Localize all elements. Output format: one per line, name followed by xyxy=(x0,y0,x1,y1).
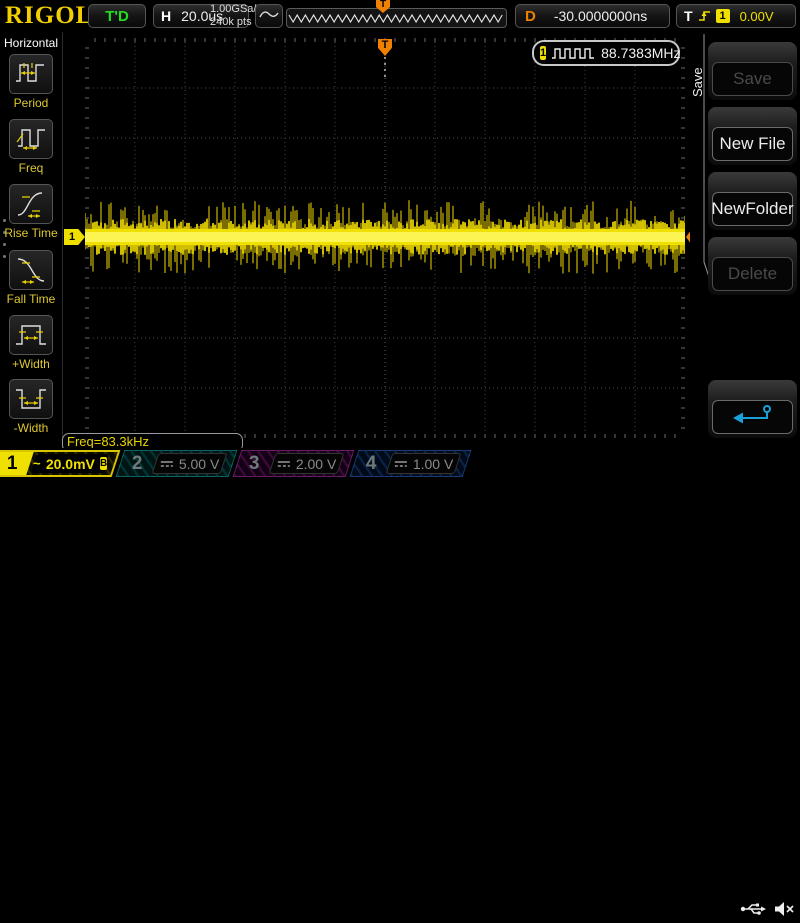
delay-label: D xyxy=(525,8,536,25)
rise-time-icon xyxy=(9,184,53,224)
bandwidth-limit-badge: B xyxy=(100,457,107,470)
frequency-counter-badge: 1 88.7383MHz xyxy=(532,40,680,66)
menu-item-period[interactable]: Period xyxy=(0,54,62,110)
trigger-source-badge: 1 xyxy=(716,9,730,23)
memory-position-preview[interactable] xyxy=(286,8,507,28)
menu-item-pos-width[interactable]: +Width xyxy=(0,315,62,371)
square-wave-icon xyxy=(551,47,595,60)
speaker-muted-icon xyxy=(774,900,794,923)
menu-item-freq[interactable]: Freq xyxy=(0,119,62,175)
horizontal-offset-value: -30.0000000ns xyxy=(554,8,647,24)
menu-item-neg-width[interactable]: -Width xyxy=(0,379,62,435)
channel-1-number-zone: 1 xyxy=(0,452,34,475)
channel-1-scale-box: ~ 20.0mV B xyxy=(31,454,109,473)
channel-1-status[interactable]: 1 ~ 20.0mV B xyxy=(0,450,120,477)
dc-coupling-icon xyxy=(394,460,408,468)
rising-edge-icon xyxy=(698,9,711,23)
graticule xyxy=(85,38,685,438)
menu-item-label: Rise Time xyxy=(0,226,62,240)
trigger-settings-box[interactable]: T 1 0.00V xyxy=(676,4,796,28)
softkey-save[interactable]: Save xyxy=(708,42,797,100)
fall-time-icon xyxy=(9,250,53,290)
menu-item-label: Fall Time xyxy=(0,292,62,306)
channel-3-status[interactable]: 3 2.00 V xyxy=(233,450,355,477)
ac-coupling-symbol: ~ xyxy=(33,456,41,471)
menu-item-label: Freq xyxy=(0,161,62,175)
softkey-new-file[interactable]: New File xyxy=(708,107,797,165)
waveform-preview-icon-box xyxy=(255,4,283,28)
menu-item-label: +Width xyxy=(0,357,62,371)
horizontal-label: H xyxy=(161,8,171,24)
trigger-status-text: T'D xyxy=(105,8,129,25)
freq-icon xyxy=(9,119,53,159)
menu-item-label: -Width xyxy=(0,421,62,435)
return-arrow-icon xyxy=(732,404,774,431)
softkey-new-folder[interactable]: NewFolder xyxy=(708,172,797,230)
trigger-label: T xyxy=(684,8,693,24)
channel-status-bar: 1 ~ 20.0mV B 2 5.00 V 3 2.00 V 4 xyxy=(0,448,800,480)
usb-icon xyxy=(740,901,766,922)
channel-4-status[interactable]: 4 1.00 V xyxy=(350,450,472,477)
neg-width-icon xyxy=(9,379,53,419)
menu-item-rise-time[interactable]: Rise Time xyxy=(0,184,62,240)
trigger-status-indicator: T'D xyxy=(88,4,146,28)
trigger-position-dashed-line xyxy=(384,57,386,79)
menu-item-fall-time[interactable]: Fall Time xyxy=(0,250,62,306)
sine-wave-icon xyxy=(259,7,279,25)
measure-menu-panel: Horizontal Period Freq Rise Time Fall Ti… xyxy=(0,32,63,448)
dc-coupling-icon xyxy=(160,460,174,468)
menu-item-label: Period xyxy=(0,96,62,110)
preview-waveform-zigzag xyxy=(287,9,504,25)
menu-tab-label: Save xyxy=(690,54,704,110)
save-menu-panel: Save Save New File NewFolder Delete xyxy=(690,32,800,448)
counter-frequency-value: 88.7383MHz xyxy=(601,45,680,61)
top-status-bar: RIGOL T'D H 20.0us 1.00GSa/s 240k pts T … xyxy=(0,0,800,32)
softkey-return[interactable] xyxy=(708,380,797,438)
counter-channel-badge: 1 xyxy=(540,46,546,60)
horizontal-offset-box[interactable]: D -30.0000000ns xyxy=(515,4,670,28)
pos-width-icon xyxy=(9,315,53,355)
trigger-level-value: 0.00V xyxy=(740,9,774,24)
system-status-icons xyxy=(740,900,794,923)
period-icon xyxy=(9,54,53,94)
waveform-display[interactable] xyxy=(85,38,685,438)
channel1-level-marker[interactable]: 1 xyxy=(64,229,85,245)
softkey-delete[interactable]: Delete xyxy=(708,237,797,295)
rigol-logo: RIGOL xyxy=(5,2,93,30)
measure-menu-title: Horizontal xyxy=(0,36,62,50)
channel-2-status[interactable]: 2 5.00 V xyxy=(116,450,238,477)
dc-coupling-icon xyxy=(277,460,291,468)
